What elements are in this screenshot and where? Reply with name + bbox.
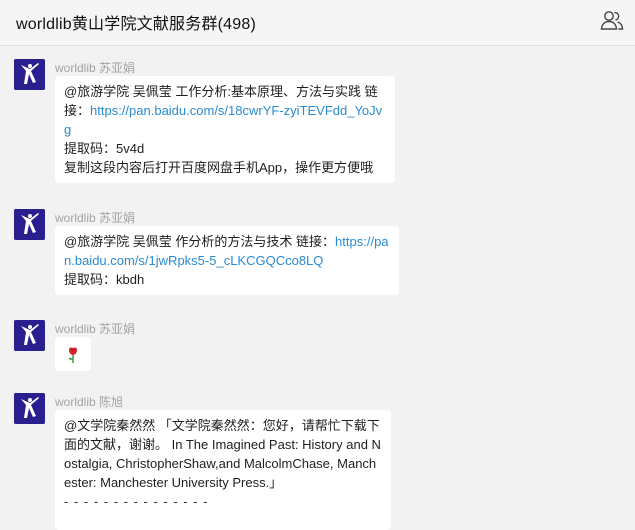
message-text: @旅游学院 吴佩莹 作分析的方法与技术 链接： <box>64 234 336 249</box>
message-bubble: @文学院秦然然 「文学院秦然然：您好，请帮忙下载下面的文献，谢谢。 In The… <box>55 410 391 530</box>
message-bubble: @旅游学院 吴佩莹 作分析的方法与技术 链接：https://pan.baidu… <box>55 226 399 295</box>
avatar[interactable] <box>14 320 45 351</box>
avatar[interactable] <box>14 393 45 424</box>
extraction-code: 提取码：kbdh <box>64 272 145 287</box>
message-bubble <box>55 337 91 371</box>
share-link[interactable]: https://pan.baidu.com/s/18cwrYF-zyiTEVFd… <box>64 103 382 137</box>
message-bubble: @旅游学院 吴佩莹 工作分析:基本原理、方法与实践 链接：https://pan… <box>55 76 395 183</box>
message-text: 复制这段内容后打开百度网盘手机App，操作更方便哦 <box>64 160 374 175</box>
message-text: @文学院秦然然 「文学院秦然然：您好，请帮忙下载下面的文献，谢谢。 In The… <box>64 418 381 490</box>
rose-emoji <box>66 346 80 363</box>
sender-name: worldlib 苏亚娟 <box>55 322 136 336</box>
avatar[interactable] <box>14 59 45 90</box>
group-members-icon[interactable] <box>599 8 625 34</box>
avatar[interactable] <box>14 209 45 240</box>
sender-name: worldlib 陈旭 <box>55 395 124 409</box>
chat-header: worldlib黄山学院文献服务群(498) <box>0 0 635 46</box>
divider: - - - - - - - - - - - - - - - <box>64 494 209 509</box>
chat-title: worldlib黄山学院文献服务群(498) <box>16 16 256 33</box>
extraction-code: 提取码：5v4d <box>64 141 145 156</box>
sender-name: worldlib 苏亚娟 <box>55 211 136 225</box>
sender-name: worldlib 苏亚娟 <box>55 61 136 75</box>
